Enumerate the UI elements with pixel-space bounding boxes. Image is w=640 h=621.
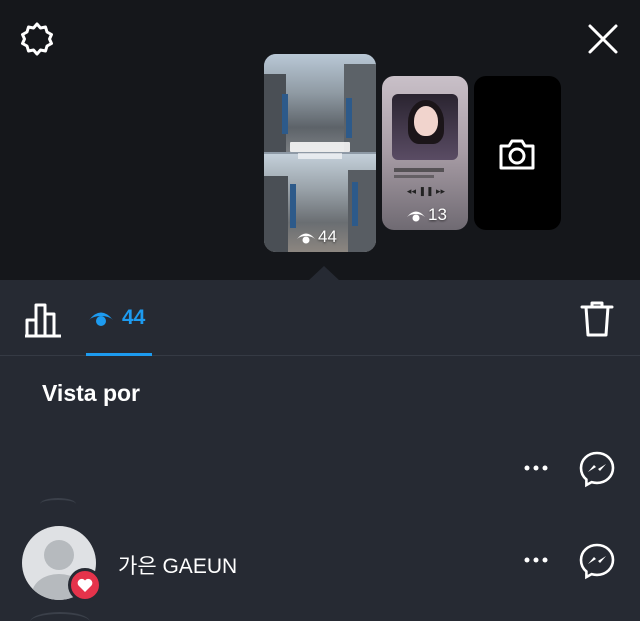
bar-chart-icon[interactable] xyxy=(24,302,62,338)
liked-badge xyxy=(68,568,102,602)
settings-button[interactable] xyxy=(16,18,58,60)
active-tab-indicator xyxy=(86,353,152,356)
close-icon xyxy=(588,24,618,54)
avatar xyxy=(30,612,90,621)
player-controls: ◂◂ ❚❚ ▸▸ xyxy=(406,186,446,196)
section-title: Vista por xyxy=(42,380,140,406)
story-view-count: 13 xyxy=(406,205,447,225)
viewer-row[interactable]: 가은 GAEUN xyxy=(0,516,640,608)
messenger-icon[interactable] xyxy=(578,542,616,580)
messenger-icon[interactable] xyxy=(578,450,616,488)
gear-icon xyxy=(21,22,53,56)
viewer-name[interactable]: 가은 GAEUN xyxy=(118,550,237,580)
insights-tabbar: 44 xyxy=(0,280,640,356)
more-options-button[interactable] xyxy=(522,546,550,574)
camera-icon xyxy=(499,139,535,170)
avatar xyxy=(40,498,76,510)
more-icon xyxy=(524,465,548,471)
more-icon xyxy=(524,557,548,563)
story-view-count: 44 xyxy=(296,227,337,247)
tab-viewers[interactable]: 44 xyxy=(86,280,152,356)
viewers-count: 44 xyxy=(122,306,146,329)
eye-icon xyxy=(297,233,315,244)
close-button[interactable] xyxy=(582,18,624,60)
selected-pointer xyxy=(308,266,340,281)
eye-icon xyxy=(407,211,425,222)
story-thumbnail-selected[interactable] xyxy=(264,54,376,252)
story-tray: 44 ◂◂ ❚❚ ▸▸ 13 xyxy=(0,0,640,281)
eye-icon xyxy=(89,312,113,326)
add-story-button[interactable] xyxy=(474,76,561,230)
viewer-row[interactable] xyxy=(0,424,640,516)
more-options-button[interactable] xyxy=(522,454,550,482)
trash-icon[interactable] xyxy=(580,300,614,338)
heart-icon xyxy=(77,578,93,592)
album-cover xyxy=(392,94,458,160)
